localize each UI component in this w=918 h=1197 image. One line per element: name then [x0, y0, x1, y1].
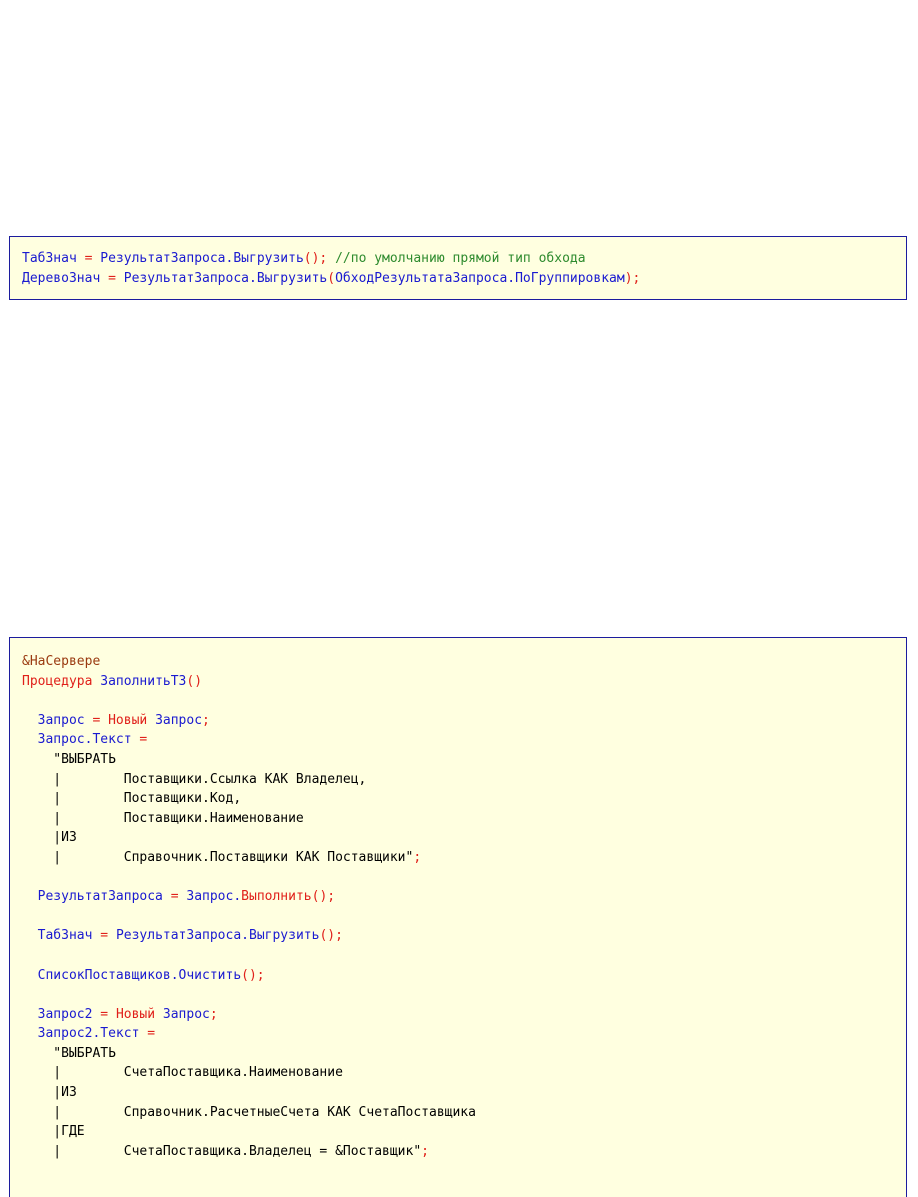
code-token: Запрос: [155, 712, 203, 728]
code-token: |ИЗ: [22, 1085, 77, 1101]
code-line: | Поставщики.Наименование: [22, 809, 906, 829]
code-line: Запрос2.Текст =: [22, 1024, 906, 1044]
code-token: РезультатЗапроса.Выгрузить: [115, 928, 320, 944]
code-line: ДеревоЗнач = РезультатЗапроса.Выгрузить(…: [22, 269, 906, 289]
code-token: |ГДЕ: [22, 1124, 85, 1140]
code-token: Процедура: [22, 673, 101, 689]
code-token: //по умолчанию прямой тип обхода: [335, 251, 586, 266]
code-token: | Поставщики.Ссылка КАК Владелец,: [22, 771, 367, 787]
code-token: =: [100, 270, 124, 286]
code-token: "ВЫБРАТЬ: [22, 751, 116, 767]
code-line: ​: [22, 946, 906, 966]
code-token: РезультатЗапроса.Выгрузить: [100, 251, 304, 266]
code-token: | СчетаПоставщика.Наименование: [22, 1065, 343, 1081]
code-line: | СчетаПоставщика.Владелец = &Поставщик"…: [22, 1142, 906, 1162]
code-line: ​: [22, 985, 906, 1005]
code-token: |ИЗ: [22, 830, 77, 846]
code-line: &НаСервере: [22, 652, 906, 672]
code-token: ();: [241, 967, 265, 983]
code-line: Запрос.Текст =: [22, 730, 906, 750]
code-token: | Поставщики.Наименование: [22, 810, 304, 826]
code-line: | Поставщики.Код,: [22, 789, 906, 809]
code-block-export: ТабЗнач = РезультатЗапроса.Выгрузить(); …: [9, 236, 907, 300]
code-line: РезультатЗапроса = Запрос.Выполнить();: [22, 887, 906, 907]
code-line: |ИЗ: [22, 828, 906, 848]
code-token: РезультатЗапроса.Выгрузить: [123, 270, 328, 286]
code-line: | Справочник.Поставщики КАК Поставщики";: [22, 848, 906, 868]
code-token: =: [92, 928, 116, 944]
code-token: ();: [319, 928, 343, 944]
code-line: | СчетаПоставщика.Наименование: [22, 1063, 906, 1083]
code-line: ТабЗнач = РезультатЗапроса.Выгрузить();: [22, 926, 906, 946]
code-token: ;: [202, 712, 210, 728]
code-token: (): [186, 673, 203, 689]
code-token: ;: [421, 1143, 429, 1159]
code-token: Новый: [115, 1006, 163, 1022]
code-block-procedure: &НаСервереПроцедура ЗаполнитьТЗ()​ Запро…: [9, 637, 907, 1197]
code-token: Запрос2.Текст: [22, 1026, 140, 1042]
code-line: |ГДЕ: [22, 1122, 906, 1142]
code-token: ТабЗнач: [22, 928, 93, 944]
code-token: =: [92, 1006, 116, 1022]
code-token: ();: [303, 251, 336, 266]
code-token: Запрос.: [186, 889, 242, 905]
code-token: ДеревоЗнач: [22, 270, 101, 286]
code-token: СписокПоставщиков.Очистить: [22, 967, 242, 983]
code-token: ЗаполнитьТЗ: [100, 673, 187, 689]
code-token: (: [327, 270, 336, 286]
code-line: ​: [22, 907, 906, 927]
code-line: Запрос2 = Новый Запрос;: [22, 1005, 906, 1025]
code-token: РезультатЗапроса: [22, 889, 163, 905]
code-line: | Поставщики.Ссылка КАК Владелец,: [22, 770, 906, 790]
code-token: =: [84, 712, 109, 728]
code-token: ;: [413, 849, 422, 865]
code-token: ТабЗнач: [22, 251, 77, 266]
code-token: Выполнить: [241, 889, 312, 905]
code-token: "ВЫБРАТЬ: [22, 1045, 116, 1061]
code-token: ();: [311, 889, 336, 905]
code-line: | Справочник.РасчетныеСчета КАК СчетаПос…: [22, 1103, 906, 1123]
code-token: | Справочник.Поставщики КАК Поставщики": [22, 849, 414, 865]
code-line: |ИЗ: [22, 1083, 906, 1103]
code-line: ​: [22, 868, 906, 888]
code-token: | Справочник.РасчетныеСчета КАК СчетаПос…: [22, 1104, 476, 1120]
code-line: ​: [22, 691, 906, 711]
code-line: "ВЫБРАТЬ: [22, 1044, 906, 1064]
code-token: Запрос: [162, 1006, 210, 1022]
code-token: =: [131, 732, 148, 748]
code-token: Запрос.Текст: [22, 732, 132, 748]
code-token: =: [76, 251, 101, 266]
code-token: );: [624, 270, 641, 286]
code-line: Запрос = Новый Запрос;: [22, 711, 906, 731]
code-token: Новый: [108, 712, 156, 728]
code-token: Запрос2: [22, 1006, 93, 1022]
code-token: | Поставщики.Код,: [22, 791, 242, 807]
code-line: "ВЫБРАТЬ: [22, 750, 906, 770]
code-token: ;: [209, 1006, 218, 1022]
code-line: Процедура ЗаполнитьТЗ(): [22, 672, 906, 692]
code-token: | СчетаПоставщика.Владелец = &Поставщик": [22, 1143, 422, 1159]
code-token: =: [162, 889, 187, 905]
code-line: СписокПоставщиков.Очистить();: [22, 966, 906, 986]
code-line: ТабЗнач = РезультатЗапроса.Выгрузить(); …: [22, 249, 906, 269]
code-token: ОбходРезультатаЗапроса.ПоГруппировкам: [335, 270, 625, 286]
code-token: &НаСервере: [22, 654, 101, 669]
code-token: =: [139, 1026, 156, 1042]
code-token: Запрос: [22, 712, 85, 728]
